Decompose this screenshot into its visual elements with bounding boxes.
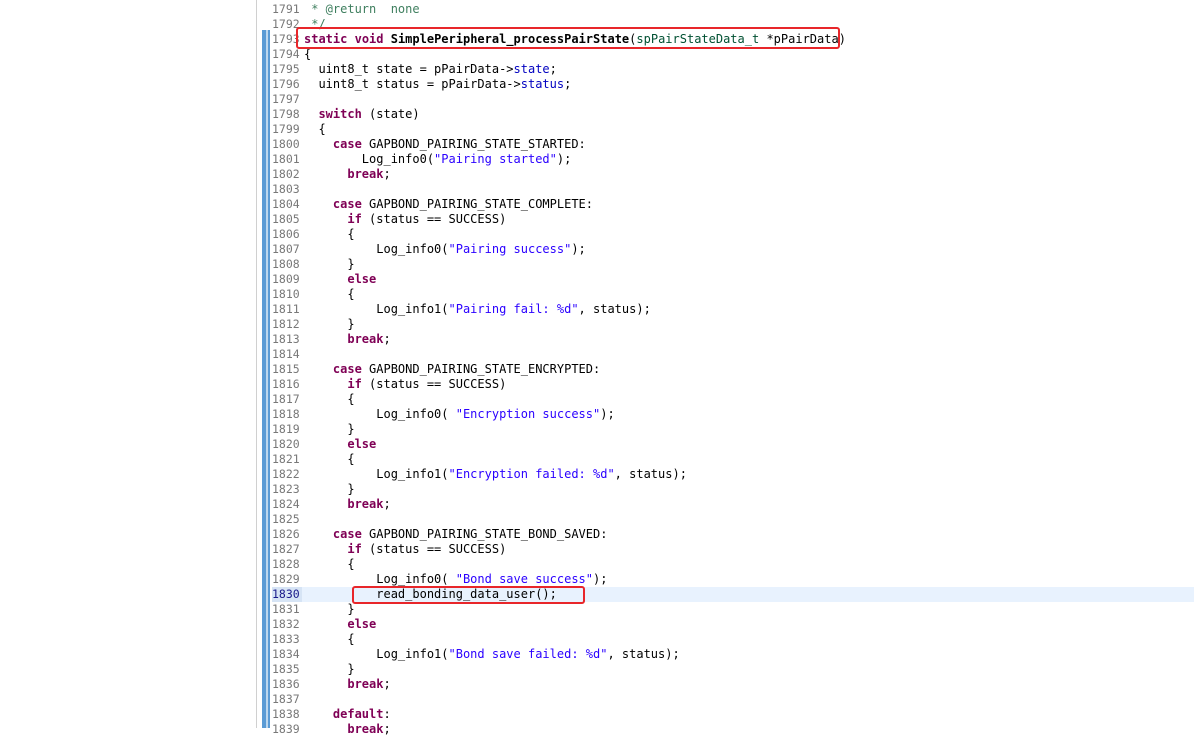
line-number: 1830 — [272, 587, 302, 602]
code-line[interactable]: } — [304, 482, 354, 497]
line-number: 1796 — [272, 77, 300, 91]
code-editor[interactable]: 1791 * @return none 1792 */1793 static voi… — [0, 0, 1194, 736]
code-line[interactable]: default: — [304, 707, 391, 722]
line-number: 1814 — [272, 347, 300, 361]
line-number: 1803 — [272, 182, 300, 196]
code-line[interactable]: } — [304, 422, 354, 437]
code-line[interactable]: break; — [304, 167, 390, 182]
code-line[interactable]: else — [304, 272, 376, 287]
code-line[interactable]: case GAPBOND_PAIRING_STATE_ENCRYPTED: — [304, 362, 600, 377]
line-number: 1791 — [272, 2, 300, 16]
code-line[interactable]: { — [304, 392, 354, 407]
line-number: 1827 — [272, 542, 300, 556]
line-number: 1804 — [272, 197, 300, 211]
line-number: 1811 — [272, 302, 300, 316]
line-number: 1808 — [272, 257, 300, 271]
code-line[interactable]: Log_info0( "Bond save success"); — [304, 572, 607, 587]
line-number: 1839 — [272, 722, 300, 736]
line-number: 1812 — [272, 317, 300, 331]
code-line[interactable]: Log_info1("Bond save failed: %d", status… — [304, 647, 679, 662]
code-line[interactable]: { — [304, 452, 354, 467]
code-line[interactable]: if (status == SUCCESS) — [304, 542, 506, 557]
change-ruler-gap — [266, 30, 268, 728]
blank-pane — [0, 0, 257, 728]
line-number: 1836 — [272, 677, 300, 691]
code-line[interactable]: break; — [304, 722, 390, 737]
pane-divider — [256, 0, 257, 728]
line-number: 1825 — [272, 512, 300, 526]
line-number: 1813 — [272, 332, 300, 346]
line-number: 1795 — [272, 62, 300, 76]
line-number: 1834 — [272, 647, 300, 661]
line-number: 1801 — [272, 152, 300, 166]
line-number: 1800 — [272, 137, 300, 151]
line-number: 1816 — [272, 377, 300, 391]
code-line[interactable]: Log_info1("Pairing fail: %d", status); — [304, 302, 651, 317]
code-line[interactable]: { — [304, 227, 354, 242]
line-number: 1809 — [272, 272, 300, 286]
code-line[interactable]: if (status == SUCCESS) — [304, 377, 506, 392]
line-number: 1823 — [272, 482, 300, 496]
function-call-highlight-box — [352, 586, 585, 604]
code-line[interactable]: break; — [304, 497, 390, 512]
code-line[interactable]: * @return none — [304, 2, 419, 17]
code-line[interactable]: { — [304, 557, 354, 572]
code-line[interactable]: switch (state) — [304, 107, 419, 122]
line-number: 1833 — [272, 632, 300, 646]
line-number: 1828 — [272, 557, 300, 571]
code-line[interactable]: break; — [304, 332, 390, 347]
line-number: 1822 — [272, 467, 300, 481]
code-line[interactable]: uint8_t state = pPairData->state; — [304, 62, 556, 77]
code-line[interactable]: else — [304, 617, 376, 632]
line-number: 1824 — [272, 497, 300, 511]
code-line[interactable]: break; — [304, 677, 390, 692]
line-number: 1821 — [272, 452, 300, 466]
code-line[interactable]: case GAPBOND_PAIRING_STATE_BOND_SAVED: — [304, 527, 608, 542]
line-number: 1818 — [272, 407, 300, 421]
line-number: 1807 — [272, 242, 300, 256]
line-number: 1826 — [272, 527, 300, 541]
code-line[interactable]: { — [304, 122, 325, 137]
code-line[interactable]: { — [304, 287, 354, 302]
code-line[interactable]: Log_info1("Encryption failed: %d", statu… — [304, 467, 687, 482]
code-line[interactable]: if (status == SUCCESS) — [304, 212, 506, 227]
line-number: 1829 — [272, 572, 300, 586]
line-number: 1815 — [272, 362, 300, 376]
line-number: 1835 — [272, 662, 300, 676]
line-number: 1794 — [272, 47, 300, 61]
code-line[interactable]: Log_info0( "Encryption success"); — [304, 407, 614, 422]
code-line[interactable]: case GAPBOND_PAIRING_STATE_COMPLETE: — [304, 197, 593, 212]
code-line[interactable]: { — [304, 47, 311, 62]
code-line[interactable]: { — [304, 632, 354, 647]
code-line[interactable]: Log_info0("Pairing started"); — [304, 152, 572, 167]
code-line[interactable]: else — [304, 437, 376, 452]
code-line[interactable]: } — [304, 662, 354, 677]
line-number: 1810 — [272, 287, 300, 301]
line-number: 1838 — [272, 707, 300, 721]
line-number: 1831 — [272, 602, 300, 616]
function-signature-highlight-box — [296, 27, 840, 49]
line-number: 1799 — [272, 122, 300, 136]
line-number: 1802 — [272, 167, 300, 181]
code-line[interactable]: case GAPBOND_PAIRING_STATE_STARTED: — [304, 137, 586, 152]
code-line[interactable]: Log_info0("Pairing success"); — [304, 242, 586, 257]
code-line[interactable]: uint8_t status = pPairData->status; — [304, 77, 571, 92]
line-number: 1806 — [272, 227, 300, 241]
line-number: 1798 — [272, 107, 300, 121]
line-number: 1837 — [272, 692, 300, 706]
line-number: 1817 — [272, 392, 300, 406]
line-number: 1819 — [272, 422, 300, 436]
line-number: 1832 — [272, 617, 300, 631]
code-line[interactable]: } — [304, 257, 354, 272]
code-line[interactable]: } — [304, 602, 354, 617]
code-line[interactable]: } — [304, 317, 354, 332]
line-number: 1797 — [272, 92, 300, 106]
line-number: 1805 — [272, 212, 300, 226]
line-number: 1820 — [272, 437, 300, 451]
